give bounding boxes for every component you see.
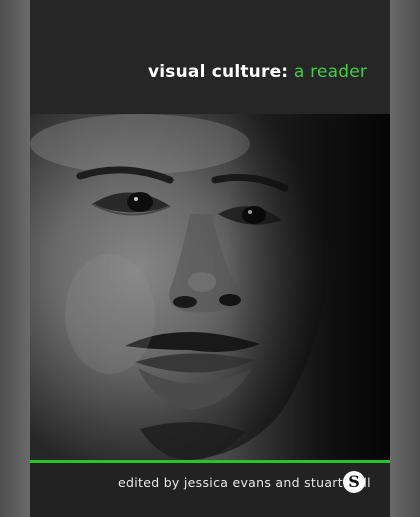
book-cover: visual culture: a reader edited by jessi… xyxy=(30,0,390,517)
title-band: visual culture: a reader xyxy=(30,0,390,114)
publisher-logo-letter: S xyxy=(348,472,360,491)
portrait-illustration xyxy=(30,114,390,460)
book-title: visual culture: a reader xyxy=(148,62,367,82)
book-title-sub: a reader xyxy=(288,62,368,82)
credit-band xyxy=(30,463,390,517)
editors-credit: edited by jessica evans and stuart hall xyxy=(118,475,371,490)
book-title-main: visual culture: xyxy=(148,62,289,82)
sage-publisher-logo-icon: S xyxy=(343,471,365,493)
cover-portrait-photo xyxy=(30,114,390,460)
